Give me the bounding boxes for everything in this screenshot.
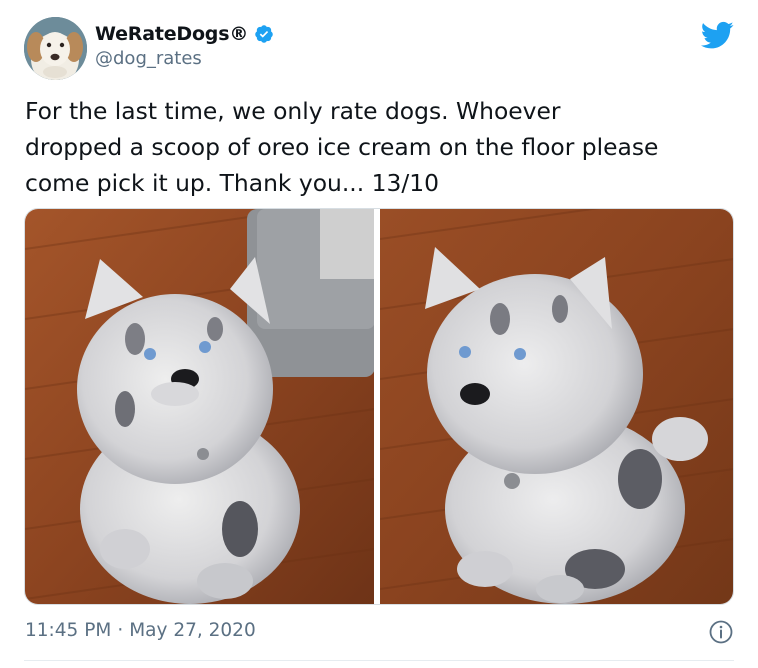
tweet-time[interactable]: 11:45 PM xyxy=(25,620,111,641)
handle[interactable]: @dog_rates xyxy=(95,48,274,69)
twitter-bird-icon[interactable] xyxy=(700,20,734,50)
tweet-text: For the last time, we only rate dogs. Wh… xyxy=(25,97,659,197)
info-icon[interactable] xyxy=(708,619,734,645)
tweet-timestamp[interactable]: 11:45 PM · May 27, 2020 xyxy=(25,620,256,641)
tweet-card: WeRateDogs® @dog_rates For the last time… xyxy=(0,0,758,668)
tweet-date[interactable]: May 27, 2020 xyxy=(129,620,256,641)
bottom-divider xyxy=(24,660,734,661)
puppy-photo-left xyxy=(25,209,374,604)
media-grid xyxy=(24,208,734,605)
puppy-photo-right xyxy=(380,209,733,604)
photo-left[interactable] xyxy=(25,209,374,604)
display-name[interactable]: WeRateDogs® xyxy=(95,23,248,45)
avatar[interactable] xyxy=(24,17,87,80)
photo-right[interactable] xyxy=(380,209,733,604)
author-block: WeRateDogs® @dog_rates xyxy=(95,23,274,69)
verified-badge-icon xyxy=(254,24,274,44)
timestamp-separator: · xyxy=(117,620,124,641)
dog-avatar-icon xyxy=(24,17,87,80)
